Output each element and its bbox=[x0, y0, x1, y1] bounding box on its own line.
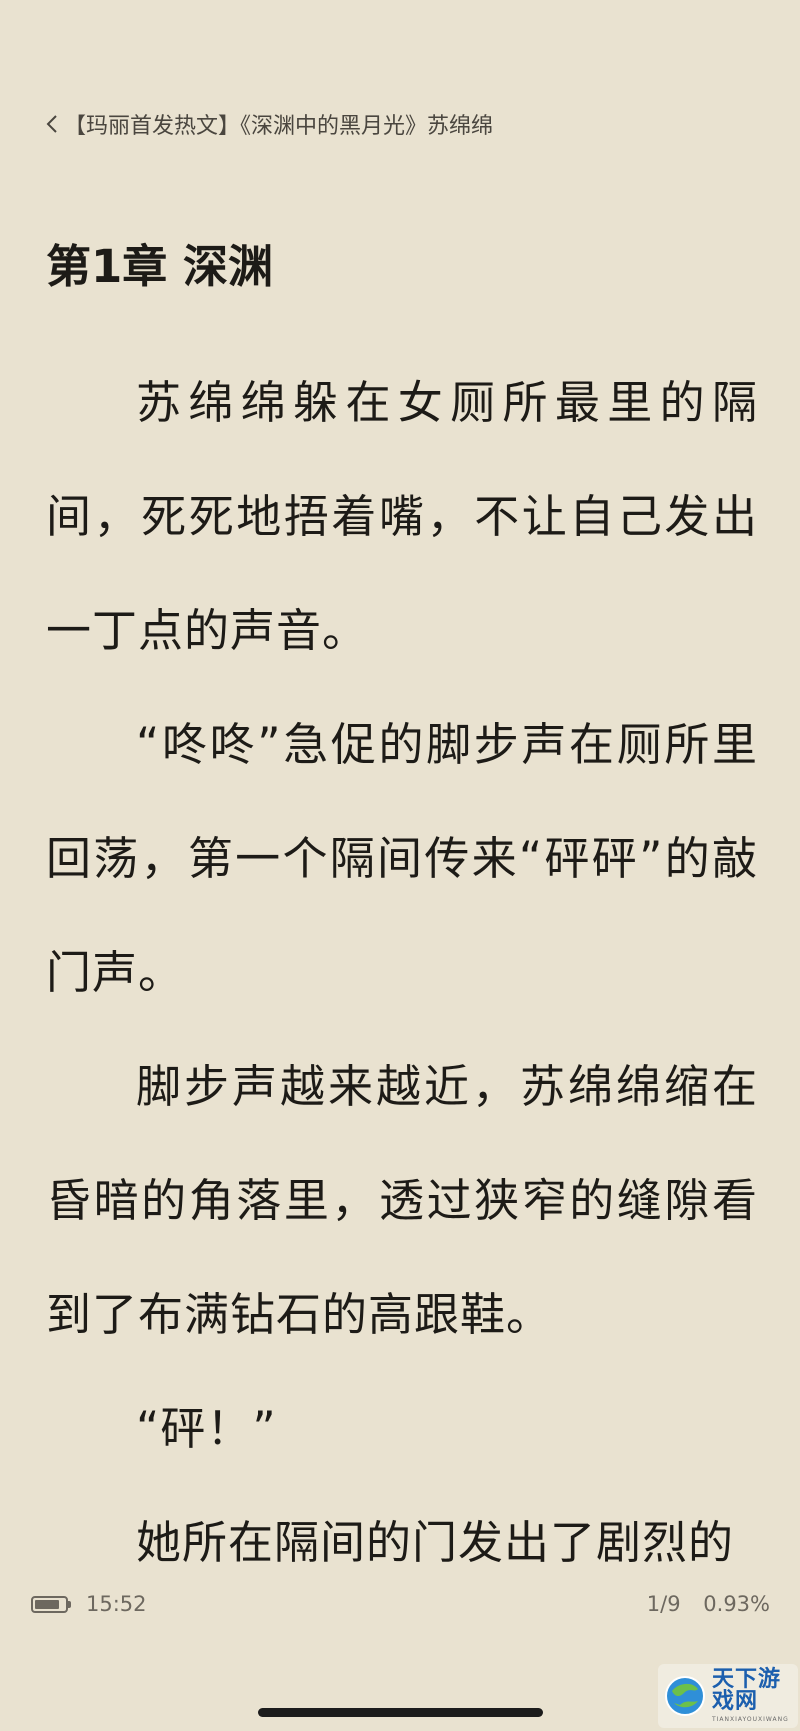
battery-tip bbox=[68, 1601, 71, 1608]
reader-header: 【玛丽首发热文】《深渊中的黑月光》苏绵绵 bbox=[44, 104, 756, 144]
battery-level bbox=[35, 1600, 60, 1609]
globe-logo-icon bbox=[665, 1676, 705, 1716]
paragraph: 苏绵绵躲在女厕所最里的隔间，死死地捂着嘴，不让自己发出一丁点的声音。 bbox=[46, 376, 758, 657]
page-progress: 1/9 0.93% bbox=[647, 1592, 770, 1616]
clock-time: 15:52 bbox=[86, 1592, 147, 1616]
reader-footer: 15:52 1/9 0.93% bbox=[0, 1588, 800, 1628]
reading-content[interactable]: 第1章 深渊 苏绵绵躲在女厕所最里的隔间，死死地捂着嘴，不让自己发出一丁点的声音… bbox=[46, 228, 758, 1600]
watermark-subtitle: TIANXIAYOUXIWANG bbox=[712, 1716, 789, 1723]
chapter-title: 第1章 深渊 bbox=[46, 240, 273, 293]
back-chevron-icon[interactable] bbox=[44, 112, 60, 136]
paragraph: 脚步声越来越近，苏绵绵缩在昏暗的角落里，透过狭窄的缝隙看到了布满钻石的高跟鞋。 bbox=[46, 1060, 758, 1341]
battery-icon bbox=[31, 1596, 68, 1613]
watermark-name: 天下游戏网 bbox=[712, 1667, 782, 1714]
paragraph: “砰！” bbox=[136, 1402, 277, 1455]
paragraph: “咚咚”急促的脚步声在厕所里回荡，第一个隔间传来“砰砰”的敲门声。 bbox=[46, 718, 758, 999]
home-indicator[interactable] bbox=[258, 1708, 543, 1717]
site-watermark: 天下游戏网 TIANXIAYOUXIWANG bbox=[658, 1664, 798, 1728]
book-title[interactable]: 【玛丽首发热文】《深渊中的黑月光》苏绵绵 bbox=[64, 108, 493, 140]
page-indicator: 1/9 bbox=[646, 1592, 681, 1616]
paragraph: 她所在隔间的门发出了剧烈的 bbox=[136, 1516, 735, 1569]
progress-percent: 0.93% bbox=[703, 1592, 770, 1616]
